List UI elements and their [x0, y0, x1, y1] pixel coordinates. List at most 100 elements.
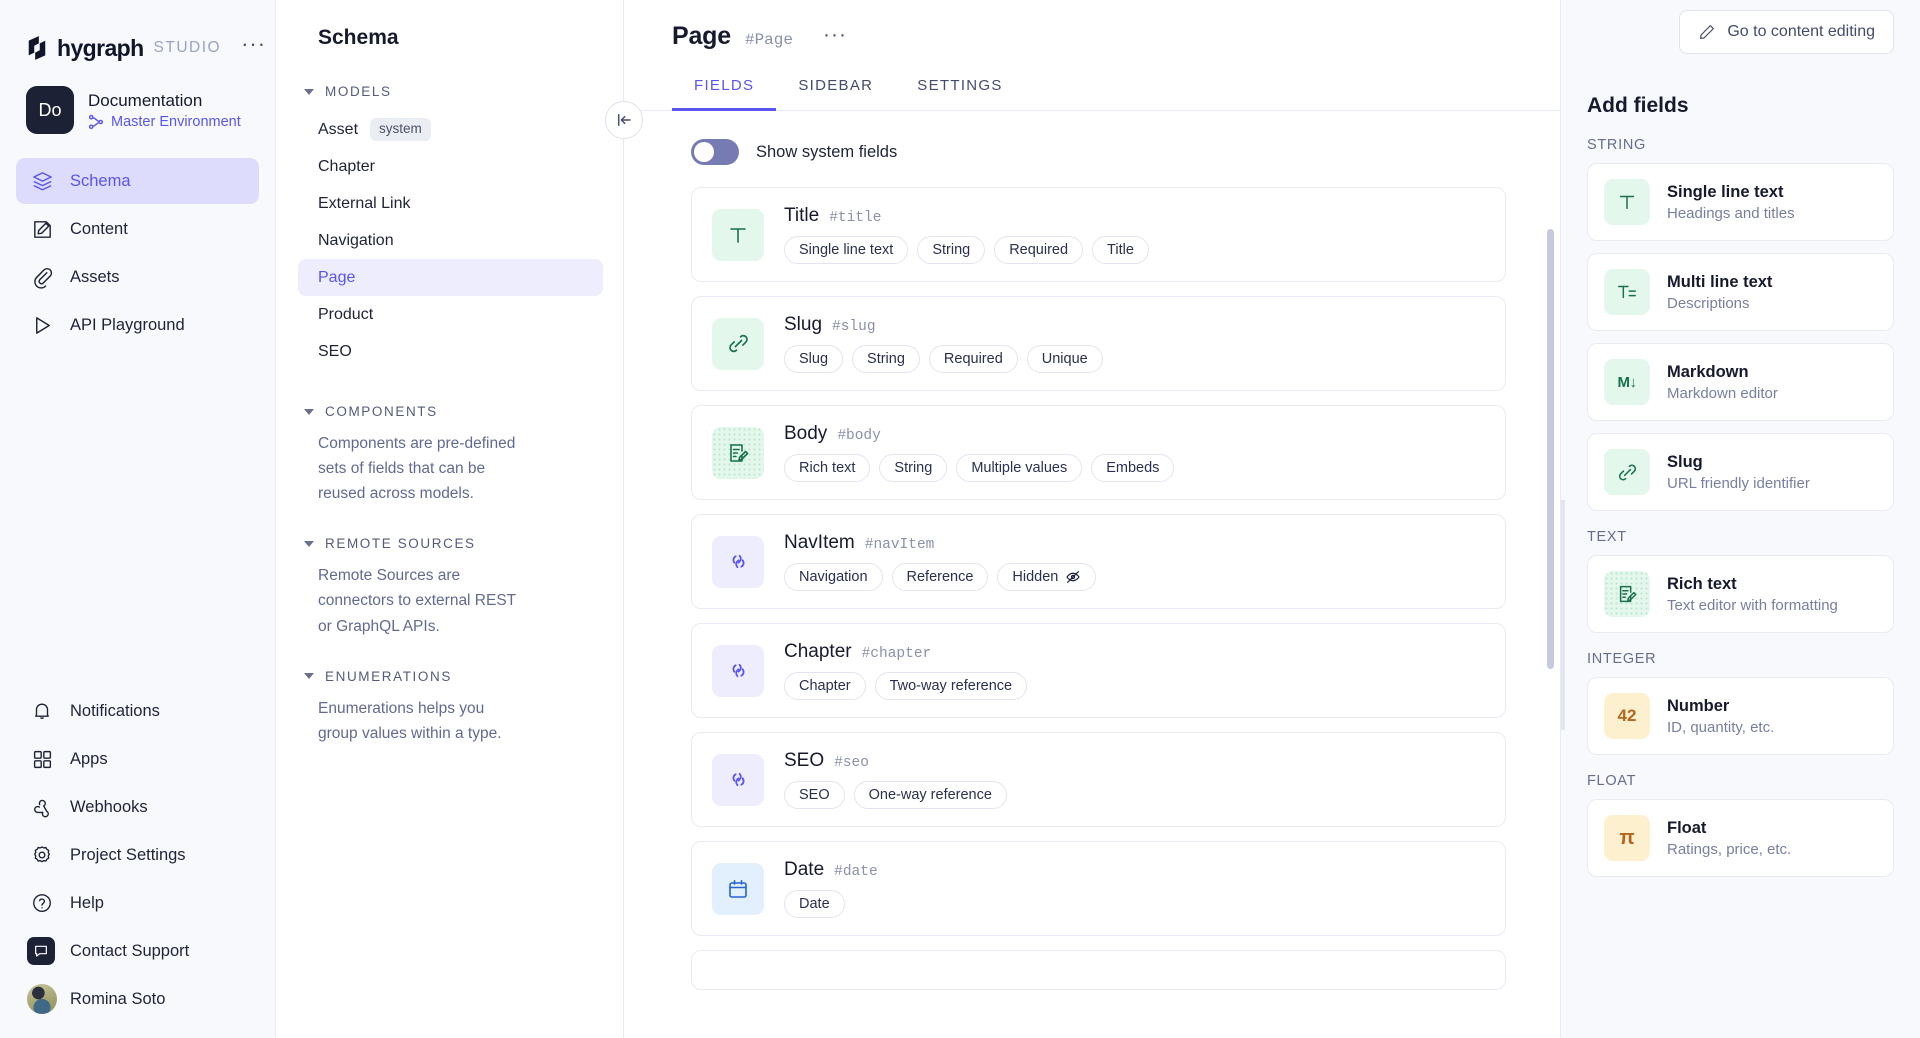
- add-field-markdown[interactable]: M↓ Markdown Markdown editor: [1587, 343, 1894, 421]
- schema-model-seo[interactable]: SEO: [298, 333, 603, 370]
- field-chip: String: [917, 236, 985, 264]
- sidebar-item-contact-support[interactable]: Contact Support: [16, 928, 259, 974]
- field-api-id: #navItem: [865, 537, 935, 553]
- sidebar-item-apps[interactable]: Apps: [16, 736, 259, 782]
- project-switcher[interactable]: Do Documentation Master Environment: [0, 70, 275, 152]
- add-fields-group-text: TEXT: [1587, 529, 1894, 545]
- tab-fields[interactable]: FIELDS: [672, 77, 776, 111]
- field-info: SEO #seo SEO One-way reference: [784, 750, 1007, 809]
- field-card-chapter[interactable]: Chapter #chapter Chapter Two-way referen…: [691, 623, 1506, 718]
- field-card-title[interactable]: Title #title Single line text String Req…: [691, 187, 1506, 282]
- schema-model-asset[interactable]: Asset system: [298, 111, 603, 148]
- field-card-slug[interactable]: Slug #slug Slug String Required Unique: [691, 296, 1506, 391]
- go-to-content-editing-button[interactable]: Go to content editing: [1679, 10, 1894, 54]
- field-card-body[interactable]: Body #body Rich text String Multiple val…: [691, 405, 1506, 500]
- field-name-row: Title #title: [784, 205, 1149, 227]
- secondary-nav: Notifications Apps: [0, 688, 275, 1038]
- eye-off-icon: [1065, 569, 1081, 585]
- sidebar-item-help[interactable]: Help: [16, 880, 259, 926]
- tab-sidebar[interactable]: SIDEBAR: [776, 77, 895, 111]
- schema-model-product[interactable]: Product: [298, 296, 603, 333]
- model-api-id: #Page: [745, 31, 793, 49]
- single-line-text-icon: [1604, 179, 1650, 225]
- schema-group-header-enumerations[interactable]: ENUMERATIONS: [276, 669, 623, 684]
- project-avatar: Do: [26, 86, 74, 134]
- field-chip: Title: [1092, 236, 1149, 264]
- field-chips: SEO One-way reference: [784, 781, 1007, 809]
- add-field-name: Number: [1667, 697, 1774, 716]
- field-chip: Required: [994, 236, 1083, 264]
- field-chip-hidden: Hidden: [997, 563, 1096, 591]
- field-card-partial[interactable]: [691, 950, 1506, 990]
- schema-group-components: COMPONENTS Components are pre-defined se…: [276, 404, 623, 506]
- field-api-id: #body: [837, 428, 881, 444]
- webhook-icon: [30, 795, 54, 819]
- schema-group-enumerations: ENUMERATIONS Enumerations helps you grou…: [276, 669, 623, 746]
- add-field-multi-line-text[interactable]: Multi line text Descriptions: [1587, 253, 1894, 331]
- field-card-date[interactable]: Date #date Date: [691, 841, 1506, 936]
- field-chip: Unique: [1027, 345, 1103, 373]
- add-field-name: Multi line text: [1667, 273, 1772, 292]
- sidebar-item-user-profile[interactable]: Romina Soto: [16, 976, 259, 1022]
- model-detail-panel: Page #Page ··· FIELDS SIDEBAR SETTINGS S…: [624, 0, 1560, 1038]
- sidebar-item-webhooks[interactable]: Webhooks: [16, 784, 259, 830]
- add-field-number[interactable]: 42 Number ID, quantity, etc.: [1587, 677, 1894, 755]
- rich-text-icon: [1604, 571, 1650, 617]
- hygraph-logo[interactable]: hygraph STUDIO: [26, 35, 221, 62]
- field-name: Date: [784, 859, 824, 881]
- show-system-fields-toggle[interactable]: [691, 139, 739, 165]
- schema-model-page[interactable]: Page: [298, 259, 603, 296]
- collapse-left-icon: [615, 111, 633, 129]
- system-badge: system: [370, 118, 431, 140]
- add-field-single-line-text[interactable]: Single line text Headings and titles: [1587, 163, 1894, 241]
- collapse-sidebar-button[interactable]: [605, 101, 643, 139]
- fields-scrollbar-thumb[interactable]: [1547, 229, 1554, 669]
- add-field-slug[interactable]: Slug URL friendly identifier: [1587, 433, 1894, 511]
- sidebar-item-schema[interactable]: Schema: [16, 158, 259, 204]
- content-editing-button-wrap: Go to content editing: [1679, 10, 1894, 54]
- schema-model-chapter[interactable]: Chapter: [298, 148, 603, 185]
- fields-list: Title #title Single line text String Req…: [624, 187, 1560, 990]
- schema-model-navigation[interactable]: Navigation: [298, 222, 603, 259]
- paperclip-icon: [30, 265, 54, 289]
- multi-line-text-icon: [1604, 269, 1650, 315]
- app-root: hygraph STUDIO ··· Do Documentation Mast…: [0, 0, 1920, 1038]
- field-chip: Embeds: [1091, 454, 1174, 482]
- brand-name: hygraph: [57, 35, 144, 62]
- add-fields-scrollbar[interactable]: [1561, 500, 1565, 730]
- schema-group-header-components[interactable]: COMPONENTS: [276, 404, 623, 419]
- field-info: Chapter #chapter Chapter Two-way referen…: [784, 641, 1027, 700]
- schema-group-header-models[interactable]: MODELS: [276, 84, 623, 99]
- schema-model-external-link[interactable]: External Link: [298, 185, 603, 222]
- pencil-icon: [1698, 23, 1716, 41]
- field-info: Title #title Single line text String Req…: [784, 205, 1149, 264]
- field-card-navitem[interactable]: NavItem #navItem Navigation Reference Hi…: [691, 514, 1506, 609]
- add-fields-title: Add fields: [1587, 94, 1894, 118]
- add-field-desc: Markdown editor: [1667, 385, 1778, 402]
- field-chip: SEO: [784, 781, 845, 809]
- schema-group-header-remote-sources[interactable]: REMOTE SOURCES: [276, 536, 623, 551]
- user-name: Romina Soto: [70, 990, 165, 1009]
- add-field-rich-text[interactable]: Rich text Text editor with formatting: [1587, 555, 1894, 633]
- model-label: Page: [318, 269, 355, 287]
- add-field-name: Slug: [1667, 453, 1810, 472]
- reference-link-icon: [712, 536, 764, 588]
- field-card-seo[interactable]: SEO #seo SEO One-way reference: [691, 732, 1506, 827]
- add-field-desc: Descriptions: [1667, 295, 1772, 312]
- model-label: Navigation: [318, 232, 394, 250]
- add-field-desc: Ratings, price, etc.: [1667, 841, 1791, 858]
- brand-more-icon[interactable]: ···: [241, 40, 266, 57]
- tab-settings[interactable]: SETTINGS: [895, 77, 1024, 111]
- field-chip: Slug: [784, 345, 843, 373]
- sidebar-item-project-settings[interactable]: Project Settings: [16, 832, 259, 878]
- field-chip: Two-way reference: [875, 672, 1028, 700]
- sidebar-item-content[interactable]: Content: [16, 206, 259, 252]
- fields-scrollbar[interactable]: [1547, 111, 1554, 1038]
- sidebar-item-notifications[interactable]: Notifications: [16, 688, 259, 734]
- add-field-float[interactable]: π Float Ratings, price, etc.: [1587, 799, 1894, 877]
- add-field-name: Rich text: [1667, 575, 1838, 594]
- sidebar-item-api-playground[interactable]: API Playground: [16, 302, 259, 348]
- sidebar-item-assets[interactable]: Assets: [16, 254, 259, 300]
- model-more-icon[interactable]: ···: [823, 32, 847, 38]
- project-environment[interactable]: Master Environment: [88, 114, 241, 130]
